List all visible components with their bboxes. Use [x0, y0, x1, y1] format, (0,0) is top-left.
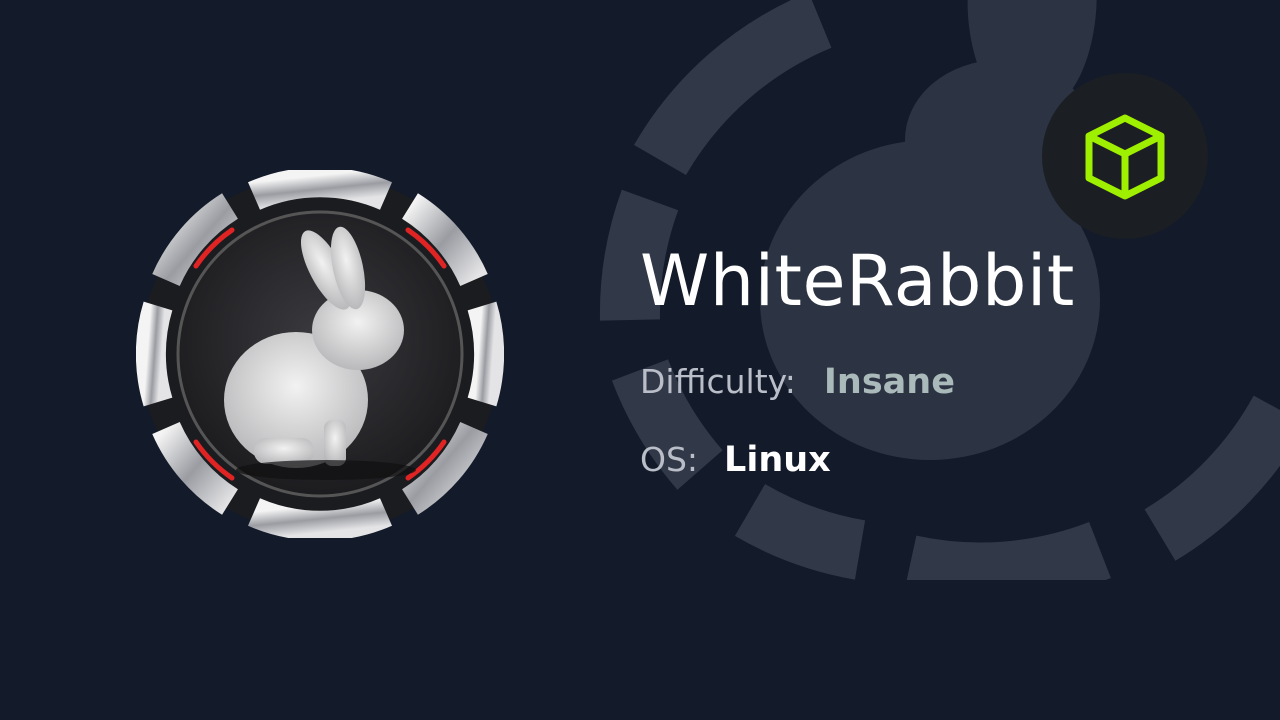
brand-logo	[1042, 73, 1208, 239]
difficulty-label: Difficulty:	[640, 362, 796, 401]
os-label: OS:	[640, 440, 699, 479]
os-value: Linux	[724, 440, 831, 480]
machine-name: WhiteRabbit	[640, 240, 1075, 322]
os-row: OS: Linux	[640, 440, 831, 480]
cube-icon	[1085, 114, 1165, 200]
machine-badge	[136, 170, 504, 538]
difficulty-row: Difficulty: Insane	[640, 362, 955, 402]
difficulty-value: Insane	[823, 362, 955, 402]
machine-card: WhiteRabbit Difficulty: Insane OS: Linux	[0, 0, 1280, 720]
